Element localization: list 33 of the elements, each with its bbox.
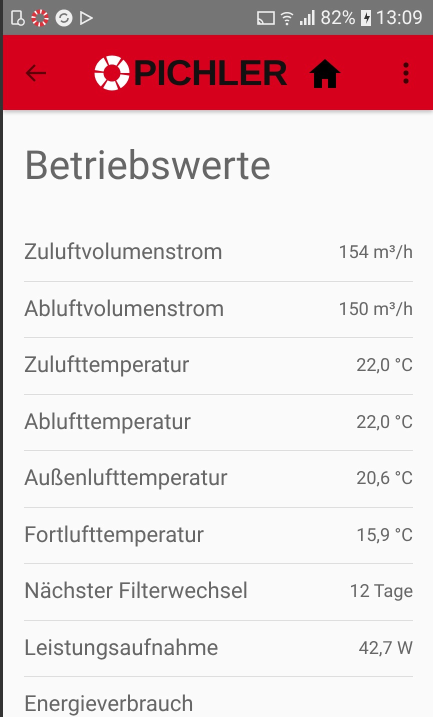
notification-icon (11, 10, 25, 26)
value-reading: 154 m³/h (338, 242, 413, 264)
lifebuoy-icon (93, 54, 131, 92)
clock: 13:09 (376, 6, 423, 29)
brand-logo: PICHLER (133, 52, 288, 94)
value-reading: 22,0 °C (356, 412, 413, 433)
sync-icon (55, 8, 73, 26)
value-label: Nächster Filterwechsel (24, 579, 248, 604)
battery-charging-icon (360, 9, 371, 26)
value-label: Energieverbrauch (24, 692, 194, 717)
value-reading: 22,0 °C (356, 355, 413, 376)
value-reading: 42,7 W (358, 638, 413, 659)
back-arrow-icon (25, 64, 47, 82)
more-icon (403, 62, 409, 84)
ring-icon (31, 8, 49, 26)
value-label: Zuluftvolumenstrom (24, 240, 223, 266)
value-reading: 15,9 °C (356, 524, 413, 546)
value-label: Leistungsaufnahme (24, 636, 218, 661)
play-icon (79, 10, 93, 24)
wifi-icon (280, 10, 294, 26)
page-title: Betriebswerte (24, 142, 272, 189)
value-label: Zulufttemperatur (24, 353, 190, 378)
home-icon (308, 58, 342, 88)
value-reading: 150 m³/h (338, 298, 413, 320)
value-reading: 12 Tage (349, 581, 413, 602)
value-label: Ablufttemperatur (24, 410, 191, 435)
cast-icon (257, 10, 276, 24)
value-label: Abluftvolumenstrom (24, 296, 224, 322)
value-reading: 20,6 °C (356, 468, 413, 490)
battery-percentage: 82% (320, 6, 356, 29)
signal-icon (299, 10, 316, 25)
value-label: Fortlufttemperatur (24, 522, 204, 548)
value-label: Außenlufttemperatur (24, 466, 228, 492)
